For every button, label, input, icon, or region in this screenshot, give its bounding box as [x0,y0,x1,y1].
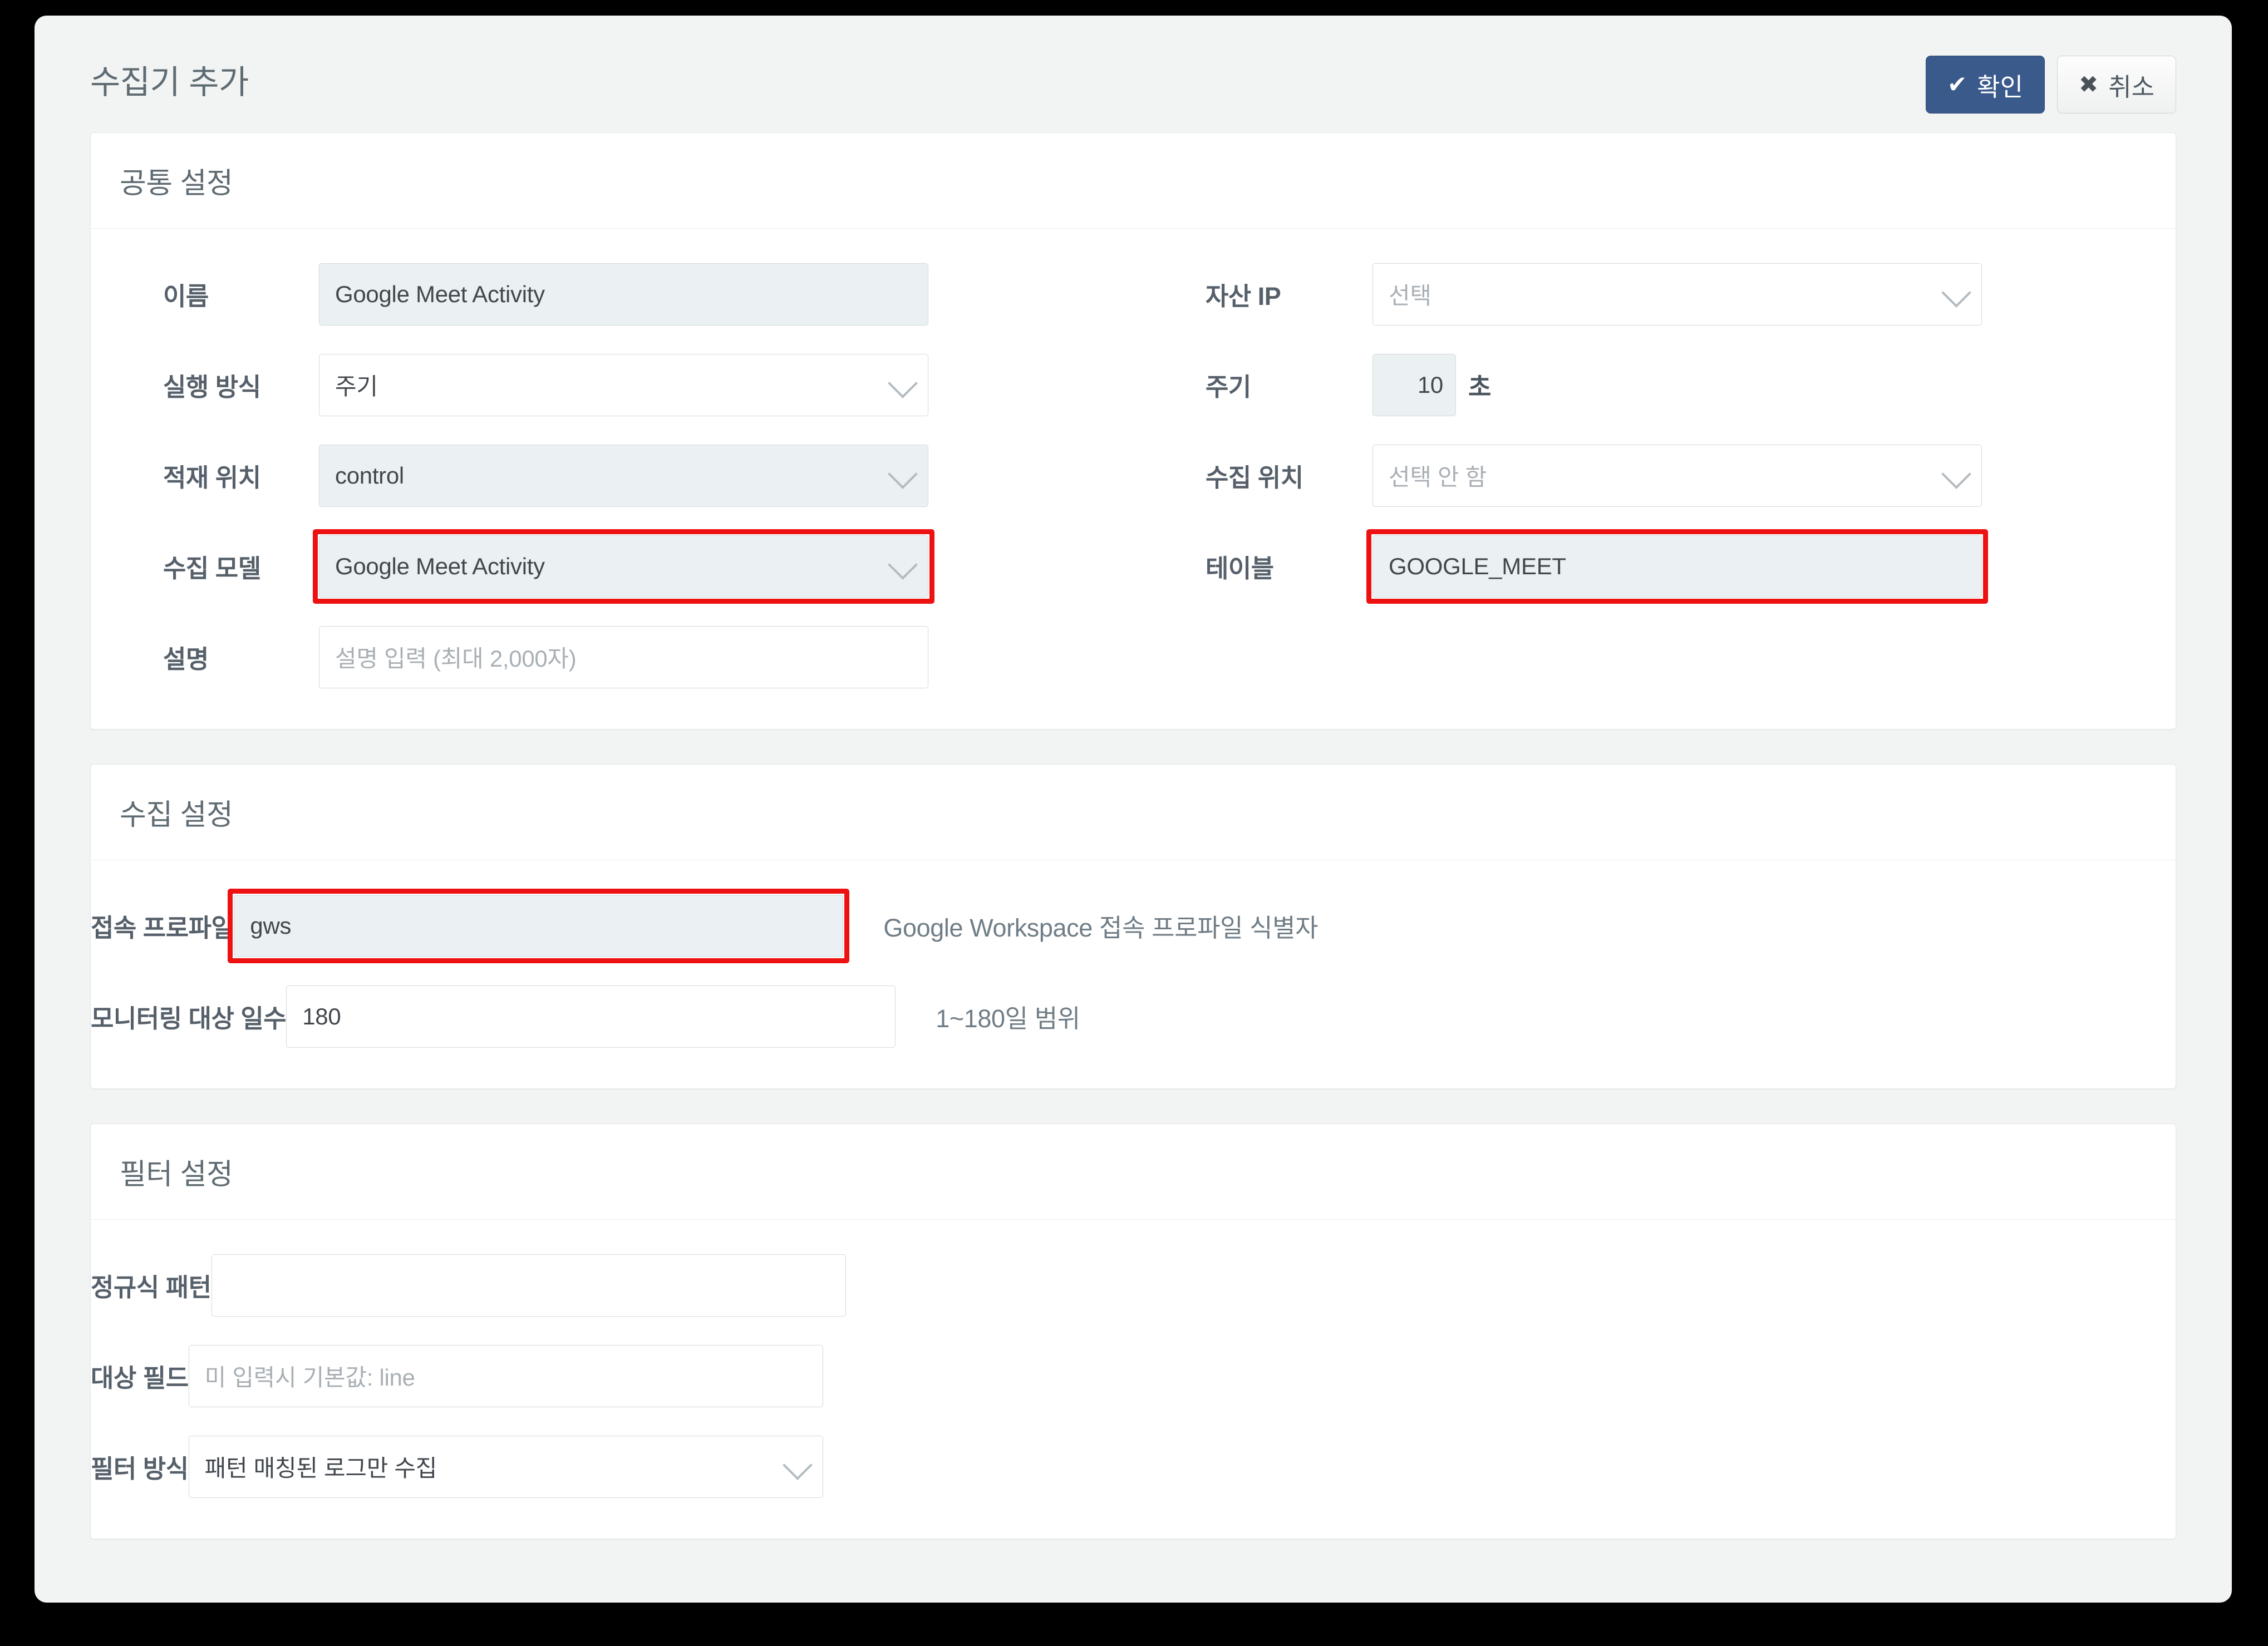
field-row-description: 설명 설명 입력 (최대 2,000자) [91,612,1133,702]
run-mode-select[interactable]: 주기 [319,353,928,416]
label-monitor-days: 모니터링 대상 일수 [91,1004,287,1033]
field-row-collect-location: 수집 위치 선택 안 함 [1133,430,2176,521]
profile-input[interactable]: gws [234,894,844,957]
interval-value: 10 [1417,371,1443,398]
dialog-header: 수집기 추가 ✔ 확인 ✖ 취소 [35,16,2232,132]
profile-highlight: gws [228,888,850,963]
monitor-days-input[interactable]: 180 [286,985,896,1048]
collect-model-select[interactable]: Google Meet Activity [319,535,928,598]
field-row-name: 이름 Google Meet Activity [91,249,1133,339]
chevron-down-icon [888,459,918,489]
interval-unit-label: 초 [1468,373,1492,401]
collect-model-value: Google Meet Activity [335,553,545,579]
label-run-mode: 실행 방식 [163,373,261,401]
field-row-interval: 주기 10 초 [1133,339,2176,430]
close-icon: ✖ [2078,71,2099,97]
asset-ip-placeholder: 선택 [1389,283,1431,309]
description-input[interactable]: 설명 입력 (최대 2,000자) [319,625,928,688]
field-row-regex-pattern: 정규식 패턴 [91,1240,2176,1330]
label-collect-model: 수집 모델 [163,554,261,583]
common-settings-header: 공통 설정 [91,133,2176,229]
collection-settings-header: 수집 설정 [91,765,2176,860]
common-right-column: 자산 IP 선택 주기 10 초 수집 위치 선택 안 함 테이블 GOOGLE… [1133,249,2176,702]
chevron-down-icon [782,1450,813,1480]
table-input[interactable]: GOOGLE_MEET [1372,535,1982,598]
cancel-button[interactable]: ✖ 취소 [2057,56,2176,114]
label-target-field: 대상 필드 [91,1364,189,1392]
chevron-down-icon [1941,459,1971,489]
collection-settings-title: 수집 설정 [120,799,233,831]
field-row-collect-model: 수집 모델 Google Meet Activity [91,521,1133,612]
label-interval: 주기 [1206,373,1251,401]
cancel-button-label: 취소 [2108,72,2154,101]
field-row-target-field: 대상 필드 미 입력시 기본값: line [91,1330,2176,1421]
run-mode-value: 주기 [335,373,378,400]
chevron-down-icon [888,549,918,580]
filter-settings-card: 필터 설정 정규식 패턴 대상 필드 미 입력시 기본값: line 필터 방식… [90,1123,2176,1539]
asset-ip-select[interactable]: 선택 [1372,263,1982,326]
name-input-value: Google Meet Activity [335,280,545,307]
label-load-location: 적재 위치 [163,464,261,492]
label-filter-mode: 필터 방식 [91,1455,189,1483]
field-row-run-mode: 실행 방식 주기 [91,339,1133,430]
confirm-button-label: 확인 [1977,72,2023,101]
label-name: 이름 [163,282,209,311]
label-description: 설명 [163,645,209,673]
chevron-down-icon [1941,277,1971,308]
field-row-monitor-days: 모니터링 대상 일수 180 1~180일 범위 [91,971,2176,1062]
table-highlight: GOOGLE_MEET [1366,529,1988,604]
regex-pattern-input[interactable] [211,1254,846,1317]
filter-mode-value: 패턴 매칭된 로그만 수집 [204,1455,437,1481]
check-icon: ✔ [1947,71,1967,97]
load-location-select[interactable]: control [319,444,928,507]
confirm-button[interactable]: ✔ 확인 [1925,56,2045,114]
collect-location-select[interactable]: 선택 안 함 [1372,444,1982,507]
interval-input[interactable]: 10 [1372,353,1456,416]
load-location-value: control [335,462,404,489]
target-field-placeholder: 미 입력시 기본값: line [204,1364,415,1391]
target-field-input[interactable]: 미 입력시 기본값: line [188,1344,823,1407]
filter-settings-title: 필터 설정 [120,1159,233,1191]
monitor-days-helper-text: 1~180일 범위 [936,1004,1080,1033]
common-left-column: 이름 Google Meet Activity 실행 방식 주기 적재 위치 c… [91,249,1133,702]
label-profile: 접속 프로파일 [91,914,234,942]
page-title: 수집기 추가 [90,64,249,101]
collection-settings-body: 접속 프로파일 gws Google Workspace 접속 프로파일 식별자… [91,860,2176,1088]
field-row-profile: 접속 프로파일 gws Google Workspace 접속 프로파일 식별자 [91,880,2176,971]
label-asset-ip: 자산 IP [1206,282,1281,311]
common-settings-body: 이름 Google Meet Activity 실행 방식 주기 적재 위치 c… [91,229,2176,729]
table-value: GOOGLE_MEET [1389,553,1566,579]
field-row-filter-mode: 필터 방식 패턴 매칭된 로그만 수집 [91,1421,2176,1512]
description-placeholder: 설명 입력 (최대 2,000자) [335,645,577,672]
label-regex-pattern: 정규식 패턴 [91,1273,211,1302]
filter-mode-select[interactable]: 패턴 매칭된 로그만 수집 [188,1435,823,1498]
field-row-asset-ip: 자산 IP 선택 [1133,249,2176,339]
add-collector-dialog: 수집기 추가 ✔ 확인 ✖ 취소 공통 설정 이름 Google Meet Ac… [35,16,2232,1603]
filter-settings-header: 필터 설정 [91,1124,2176,1220]
profile-value: gws [250,912,292,939]
monitor-days-value: 180 [302,1003,341,1029]
dialog-actions: ✔ 확인 ✖ 취소 [1925,56,2176,114]
label-table: 테이블 [1206,554,1274,583]
field-row-load-location: 적재 위치 control [91,430,1133,521]
collect-location-placeholder: 선택 안 함 [1389,464,1487,490]
profile-helper-text: Google Workspace 접속 프로파일 식별자 [883,914,1319,942]
collect-model-highlight: Google Meet Activity [313,529,934,604]
name-input[interactable]: Google Meet Activity [319,263,928,326]
label-collect-location: 수집 위치 [1206,464,1303,492]
filter-settings-body: 정규식 패턴 대상 필드 미 입력시 기본값: line 필터 방식 패턴 매칭… [91,1220,2176,1539]
collection-settings-card: 수집 설정 접속 프로파일 gws Google Workspace 접속 프로… [90,764,2176,1089]
chevron-down-icon [888,368,918,398]
field-row-table: 테이블 GOOGLE_MEET [1133,521,2176,612]
common-settings-title: 공통 설정 [120,167,233,200]
common-settings-card: 공통 설정 이름 Google Meet Activity 실행 방식 주기 적… [90,132,2176,730]
